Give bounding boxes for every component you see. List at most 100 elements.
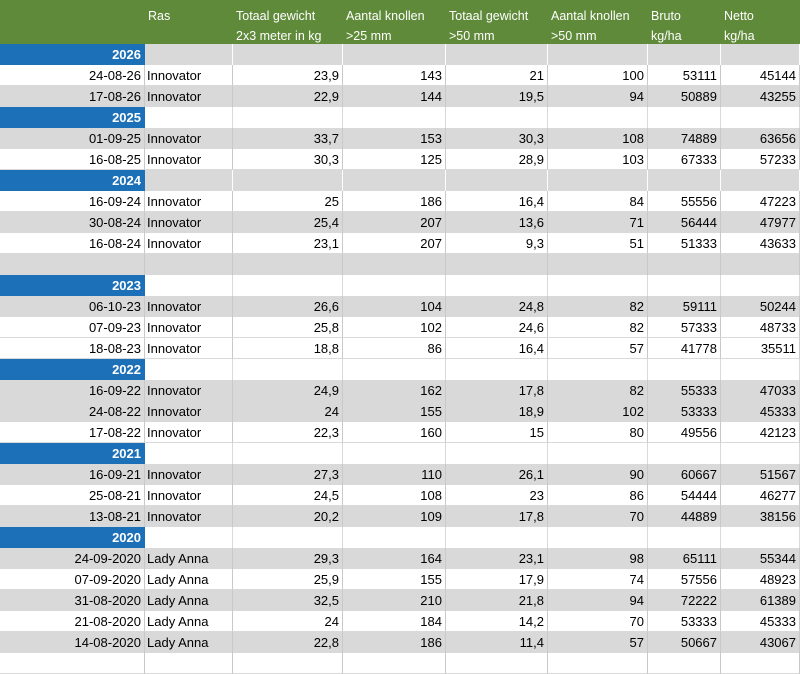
empty-cell[interactable]: [145, 359, 233, 380]
bruto-cell[interactable]: 55333: [648, 380, 721, 401]
bruto-cell[interactable]: 44889: [648, 506, 721, 527]
aantal-knollen-50-cell[interactable]: 71: [548, 212, 648, 233]
totaal-gewicht-25-cell[interactable]: 24: [233, 611, 343, 632]
ras-cell[interactable]: Innovator: [145, 296, 233, 317]
totaal-gewicht-50-cell[interactable]: 14,2: [446, 611, 548, 632]
aantal-knollen-50-cell[interactable]: 80: [548, 422, 648, 443]
ras-cell[interactable]: Innovator: [145, 65, 233, 86]
empty-cell[interactable]: [446, 443, 548, 464]
totaal-gewicht-50-cell[interactable]: 26,1: [446, 464, 548, 485]
netto-cell[interactable]: 46277: [721, 485, 800, 506]
date-cell[interactable]: 31-08-2020: [0, 590, 145, 611]
date-cell[interactable]: 07-09-2020: [0, 569, 145, 590]
bruto-cell[interactable]: 57333: [648, 317, 721, 338]
empty-cell[interactable]: [233, 44, 343, 65]
netto-cell[interactable]: 55344: [721, 548, 800, 569]
header-aantal-knollen-1[interactable]: Aantal knollen >25 mm: [346, 6, 425, 46]
totaal-gewicht-25-cell[interactable]: 33,7: [233, 128, 343, 149]
netto-cell[interactable]: 45333: [721, 611, 800, 632]
aantal-knollen-25-cell[interactable]: 104: [343, 296, 446, 317]
header-totaal-gewicht-1[interactable]: Totaal gewicht 2x3 meter in kg: [236, 6, 321, 46]
aantal-knollen-50-cell[interactable]: 102: [548, 401, 648, 422]
aantal-knollen-50-cell[interactable]: 70: [548, 611, 648, 632]
empty-cell[interactable]: [145, 44, 233, 65]
empty-cell[interactable]: [343, 254, 446, 275]
date-cell[interactable]: 24-08-26: [0, 65, 145, 86]
ras-cell[interactable]: Lady Anna: [145, 590, 233, 611]
date-cell[interactable]: 16-08-25: [0, 149, 145, 170]
empty-cell[interactable]: [446, 275, 548, 296]
date-cell[interactable]: 13-08-21: [0, 506, 145, 527]
aantal-knollen-50-cell[interactable]: 90: [548, 464, 648, 485]
ras-cell[interactable]: Lady Anna: [145, 611, 233, 632]
totaal-gewicht-25-cell[interactable]: 29,3: [233, 548, 343, 569]
totaal-gewicht-50-cell[interactable]: 13,6: [446, 212, 548, 233]
empty-cell[interactable]: [446, 359, 548, 380]
empty-cell[interactable]: [145, 275, 233, 296]
empty-cell[interactable]: [548, 359, 648, 380]
netto-cell[interactable]: 43255: [721, 86, 800, 107]
bruto-cell[interactable]: 60667: [648, 464, 721, 485]
empty-cell[interactable]: [721, 275, 800, 296]
totaal-gewicht-25-cell[interactable]: 24,5: [233, 485, 343, 506]
aantal-knollen-50-cell[interactable]: 84: [548, 191, 648, 212]
aantal-knollen-25-cell[interactable]: 207: [343, 233, 446, 254]
empty-cell[interactable]: [648, 653, 721, 674]
ras-cell[interactable]: Innovator: [145, 401, 233, 422]
aantal-knollen-50-cell[interactable]: 100: [548, 65, 648, 86]
totaal-gewicht-25-cell[interactable]: 20,2: [233, 506, 343, 527]
ras-cell[interactable]: Innovator: [145, 191, 233, 212]
empty-cell[interactable]: [648, 359, 721, 380]
header-bruto[interactable]: Bruto kg/ha: [651, 6, 682, 46]
totaal-gewicht-25-cell[interactable]: 25,4: [233, 212, 343, 233]
header-netto[interactable]: Netto kg/ha: [724, 6, 755, 46]
empty-cell[interactable]: [0, 653, 145, 674]
empty-cell[interactable]: [343, 107, 446, 128]
empty-cell[interactable]: [721, 107, 800, 128]
aantal-knollen-50-cell[interactable]: 98: [548, 548, 648, 569]
totaal-gewicht-50-cell[interactable]: 17,8: [446, 380, 548, 401]
netto-cell[interactable]: 38156: [721, 506, 800, 527]
ras-cell[interactable]: Innovator: [145, 86, 233, 107]
aantal-knollen-25-cell[interactable]: 102: [343, 317, 446, 338]
aantal-knollen-25-cell[interactable]: 125: [343, 149, 446, 170]
ras-cell[interactable]: Innovator: [145, 422, 233, 443]
date-cell[interactable]: 14-08-2020: [0, 632, 145, 653]
aantal-knollen-50-cell[interactable]: 94: [548, 590, 648, 611]
totaal-gewicht-50-cell[interactable]: 9,3: [446, 233, 548, 254]
aantal-knollen-25-cell[interactable]: 184: [343, 611, 446, 632]
empty-cell[interactable]: [145, 107, 233, 128]
aantal-knollen-25-cell[interactable]: 207: [343, 212, 446, 233]
empty-cell[interactable]: [721, 254, 800, 275]
year-label[interactable]: 2025: [0, 107, 145, 128]
empty-cell[interactable]: [446, 44, 548, 65]
empty-cell[interactable]: [548, 275, 648, 296]
netto-cell[interactable]: 57233: [721, 149, 800, 170]
netto-cell[interactable]: 43067: [721, 632, 800, 653]
totaal-gewicht-25-cell[interactable]: 25,9: [233, 569, 343, 590]
empty-cell[interactable]: [0, 254, 145, 275]
year-label[interactable]: 2024: [0, 170, 145, 191]
aantal-knollen-25-cell[interactable]: 110: [343, 464, 446, 485]
ras-cell[interactable]: Innovator: [145, 128, 233, 149]
aantal-knollen-50-cell[interactable]: 74: [548, 569, 648, 590]
empty-cell[interactable]: [145, 254, 233, 275]
empty-cell[interactable]: [233, 254, 343, 275]
empty-cell[interactable]: [446, 107, 548, 128]
empty-cell[interactable]: [721, 653, 800, 674]
empty-cell[interactable]: [343, 170, 446, 191]
empty-cell[interactable]: [233, 443, 343, 464]
aantal-knollen-25-cell[interactable]: 186: [343, 191, 446, 212]
header-totaal-gewicht-2[interactable]: Totaal gewicht >50 mm: [449, 6, 528, 46]
ras-cell[interactable]: Lady Anna: [145, 548, 233, 569]
ras-cell[interactable]: Innovator: [145, 485, 233, 506]
aantal-knollen-50-cell[interactable]: 70: [548, 506, 648, 527]
empty-cell[interactable]: [721, 527, 800, 548]
bruto-cell[interactable]: 56444: [648, 212, 721, 233]
netto-cell[interactable]: 50244: [721, 296, 800, 317]
empty-cell[interactable]: [548, 527, 648, 548]
date-cell[interactable]: 30-08-24: [0, 212, 145, 233]
aantal-knollen-25-cell[interactable]: 162: [343, 380, 446, 401]
date-cell[interactable]: 25-08-21: [0, 485, 145, 506]
empty-cell[interactable]: [648, 107, 721, 128]
